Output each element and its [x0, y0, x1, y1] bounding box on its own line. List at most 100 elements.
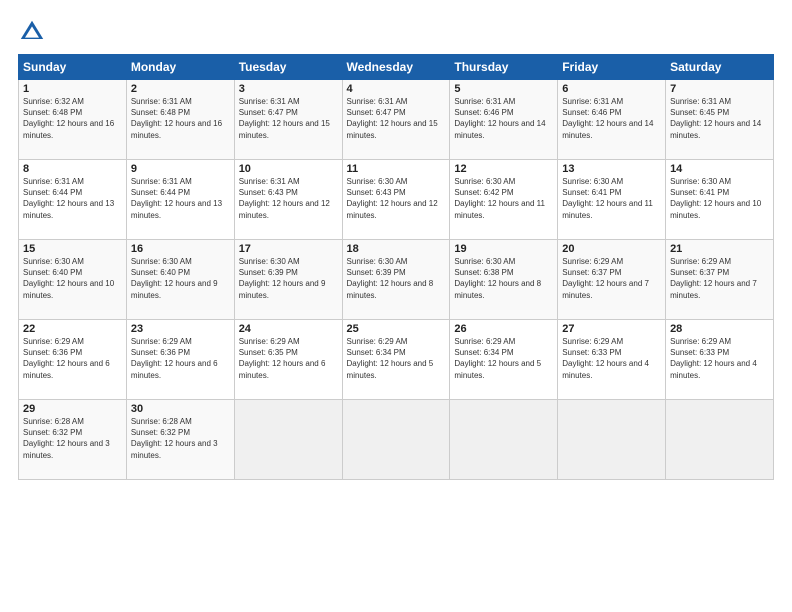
day-info: Sunrise: 6:29 AMSunset: 6:37 PMDaylight:…	[562, 257, 649, 300]
calendar-cell	[666, 400, 774, 480]
weekday-header-wednesday: Wednesday	[342, 55, 450, 80]
day-number: 5	[454, 83, 553, 95]
day-info: Sunrise: 6:29 AMSunset: 6:34 PMDaylight:…	[454, 337, 541, 380]
day-number: 29	[23, 403, 122, 415]
calendar-cell: 30 Sunrise: 6:28 AMSunset: 6:32 PMDaylig…	[126, 400, 234, 480]
day-number: 22	[23, 323, 122, 335]
day-info: Sunrise: 6:30 AMSunset: 6:40 PMDaylight:…	[23, 257, 114, 300]
day-number: 12	[454, 163, 553, 175]
calendar-cell: 28 Sunrise: 6:29 AMSunset: 6:33 PMDaylig…	[666, 320, 774, 400]
calendar-cell	[342, 400, 450, 480]
calendar-cell: 4 Sunrise: 6:31 AMSunset: 6:47 PMDayligh…	[342, 80, 450, 160]
calendar-cell: 2 Sunrise: 6:31 AMSunset: 6:48 PMDayligh…	[126, 80, 234, 160]
calendar-week-row: 29 Sunrise: 6:28 AMSunset: 6:32 PMDaylig…	[19, 400, 774, 480]
day-number: 3	[239, 83, 338, 95]
weekday-header-saturday: Saturday	[666, 55, 774, 80]
day-info: Sunrise: 6:29 AMSunset: 6:36 PMDaylight:…	[131, 337, 218, 380]
calendar-cell: 9 Sunrise: 6:31 AMSunset: 6:44 PMDayligh…	[126, 160, 234, 240]
day-info: Sunrise: 6:31 AMSunset: 6:46 PMDaylight:…	[562, 97, 653, 140]
calendar-cell: 29 Sunrise: 6:28 AMSunset: 6:32 PMDaylig…	[19, 400, 127, 480]
day-info: Sunrise: 6:31 AMSunset: 6:47 PMDaylight:…	[239, 97, 330, 140]
weekday-header-monday: Monday	[126, 55, 234, 80]
day-info: Sunrise: 6:30 AMSunset: 6:39 PMDaylight:…	[347, 257, 434, 300]
day-number: 11	[347, 163, 446, 175]
calendar-cell: 13 Sunrise: 6:30 AMSunset: 6:41 PMDaylig…	[558, 160, 666, 240]
day-number: 7	[670, 83, 769, 95]
day-number: 9	[131, 163, 230, 175]
calendar-cell: 8 Sunrise: 6:31 AMSunset: 6:44 PMDayligh…	[19, 160, 127, 240]
calendar-cell: 12 Sunrise: 6:30 AMSunset: 6:42 PMDaylig…	[450, 160, 558, 240]
calendar-cell: 15 Sunrise: 6:30 AMSunset: 6:40 PMDaylig…	[19, 240, 127, 320]
day-info: Sunrise: 6:31 AMSunset: 6:46 PMDaylight:…	[454, 97, 545, 140]
day-number: 2	[131, 83, 230, 95]
calendar-cell: 26 Sunrise: 6:29 AMSunset: 6:34 PMDaylig…	[450, 320, 558, 400]
day-info: Sunrise: 6:30 AMSunset: 6:38 PMDaylight:…	[454, 257, 541, 300]
calendar-cell: 27 Sunrise: 6:29 AMSunset: 6:33 PMDaylig…	[558, 320, 666, 400]
calendar-week-row: 22 Sunrise: 6:29 AMSunset: 6:36 PMDaylig…	[19, 320, 774, 400]
weekday-header-tuesday: Tuesday	[234, 55, 342, 80]
day-info: Sunrise: 6:31 AMSunset: 6:43 PMDaylight:…	[239, 177, 330, 220]
day-info: Sunrise: 6:29 AMSunset: 6:33 PMDaylight:…	[562, 337, 649, 380]
day-info: Sunrise: 6:30 AMSunset: 6:42 PMDaylight:…	[454, 177, 545, 220]
calendar-week-row: 8 Sunrise: 6:31 AMSunset: 6:44 PMDayligh…	[19, 160, 774, 240]
calendar-cell: 1 Sunrise: 6:32 AMSunset: 6:48 PMDayligh…	[19, 80, 127, 160]
day-number: 28	[670, 323, 769, 335]
day-info: Sunrise: 6:32 AMSunset: 6:48 PMDaylight:…	[23, 97, 114, 140]
calendar-week-row: 1 Sunrise: 6:32 AMSunset: 6:48 PMDayligh…	[19, 80, 774, 160]
day-info: Sunrise: 6:30 AMSunset: 6:41 PMDaylight:…	[562, 177, 653, 220]
day-number: 18	[347, 243, 446, 255]
day-number: 1	[23, 83, 122, 95]
day-number: 24	[239, 323, 338, 335]
calendar-cell: 22 Sunrise: 6:29 AMSunset: 6:36 PMDaylig…	[19, 320, 127, 400]
calendar-cell: 18 Sunrise: 6:30 AMSunset: 6:39 PMDaylig…	[342, 240, 450, 320]
calendar-cell: 20 Sunrise: 6:29 AMSunset: 6:37 PMDaylig…	[558, 240, 666, 320]
calendar-cell: 10 Sunrise: 6:31 AMSunset: 6:43 PMDaylig…	[234, 160, 342, 240]
day-number: 27	[562, 323, 661, 335]
calendar-cell: 19 Sunrise: 6:30 AMSunset: 6:38 PMDaylig…	[450, 240, 558, 320]
day-info: Sunrise: 6:29 AMSunset: 6:33 PMDaylight:…	[670, 337, 757, 380]
logo-icon	[18, 18, 46, 46]
logo	[18, 18, 50, 46]
day-number: 6	[562, 83, 661, 95]
calendar-cell	[450, 400, 558, 480]
day-info: Sunrise: 6:29 AMSunset: 6:35 PMDaylight:…	[239, 337, 326, 380]
day-info: Sunrise: 6:29 AMSunset: 6:37 PMDaylight:…	[670, 257, 757, 300]
calendar-cell: 16 Sunrise: 6:30 AMSunset: 6:40 PMDaylig…	[126, 240, 234, 320]
day-number: 23	[131, 323, 230, 335]
day-number: 13	[562, 163, 661, 175]
day-info: Sunrise: 6:30 AMSunset: 6:39 PMDaylight:…	[239, 257, 326, 300]
calendar-table: SundayMondayTuesdayWednesdayThursdayFrid…	[18, 54, 774, 480]
calendar-week-row: 15 Sunrise: 6:30 AMSunset: 6:40 PMDaylig…	[19, 240, 774, 320]
day-info: Sunrise: 6:29 AMSunset: 6:36 PMDaylight:…	[23, 337, 110, 380]
day-number: 16	[131, 243, 230, 255]
day-info: Sunrise: 6:30 AMSunset: 6:41 PMDaylight:…	[670, 177, 761, 220]
weekday-header-sunday: Sunday	[19, 55, 127, 80]
day-info: Sunrise: 6:31 AMSunset: 6:44 PMDaylight:…	[23, 177, 114, 220]
day-number: 17	[239, 243, 338, 255]
calendar-cell: 23 Sunrise: 6:29 AMSunset: 6:36 PMDaylig…	[126, 320, 234, 400]
calendar-cell: 11 Sunrise: 6:30 AMSunset: 6:43 PMDaylig…	[342, 160, 450, 240]
calendar-cell: 7 Sunrise: 6:31 AMSunset: 6:45 PMDayligh…	[666, 80, 774, 160]
calendar-cell: 17 Sunrise: 6:30 AMSunset: 6:39 PMDaylig…	[234, 240, 342, 320]
calendar-cell	[234, 400, 342, 480]
day-number: 4	[347, 83, 446, 95]
page: SundayMondayTuesdayWednesdayThursdayFrid…	[0, 0, 792, 612]
day-number: 25	[347, 323, 446, 335]
day-info: Sunrise: 6:30 AMSunset: 6:40 PMDaylight:…	[131, 257, 218, 300]
weekday-header-thursday: Thursday	[450, 55, 558, 80]
day-number: 21	[670, 243, 769, 255]
calendar-cell: 25 Sunrise: 6:29 AMSunset: 6:34 PMDaylig…	[342, 320, 450, 400]
weekday-header-row: SundayMondayTuesdayWednesdayThursdayFrid…	[19, 55, 774, 80]
calendar-cell: 3 Sunrise: 6:31 AMSunset: 6:47 PMDayligh…	[234, 80, 342, 160]
day-info: Sunrise: 6:31 AMSunset: 6:45 PMDaylight:…	[670, 97, 761, 140]
calendar-cell: 5 Sunrise: 6:31 AMSunset: 6:46 PMDayligh…	[450, 80, 558, 160]
day-number: 14	[670, 163, 769, 175]
day-number: 20	[562, 243, 661, 255]
day-info: Sunrise: 6:28 AMSunset: 6:32 PMDaylight:…	[23, 417, 110, 460]
day-number: 10	[239, 163, 338, 175]
calendar-cell: 21 Sunrise: 6:29 AMSunset: 6:37 PMDaylig…	[666, 240, 774, 320]
day-number: 26	[454, 323, 553, 335]
day-number: 8	[23, 163, 122, 175]
day-info: Sunrise: 6:31 AMSunset: 6:48 PMDaylight:…	[131, 97, 222, 140]
day-info: Sunrise: 6:29 AMSunset: 6:34 PMDaylight:…	[347, 337, 434, 380]
